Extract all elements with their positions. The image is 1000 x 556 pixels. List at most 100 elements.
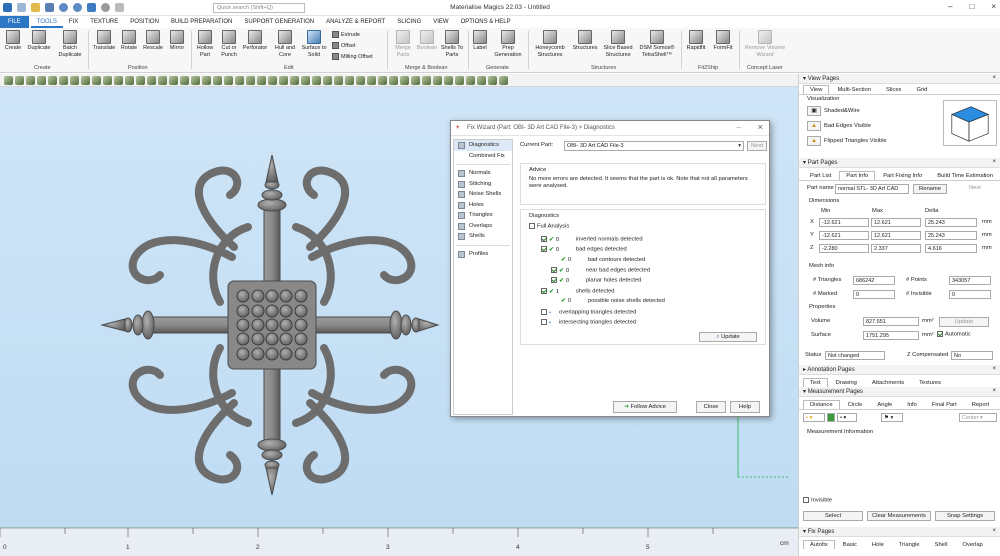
boolean-button[interactable]: Boolean [415,30,439,52]
view-tool-icon[interactable] [202,76,211,85]
part-pages-header[interactable]: ▾ Part Pages × [799,158,1000,168]
view-tool-icon[interactable] [70,76,79,85]
tab-shell[interactable]: Shell [928,540,955,549]
sidebar-item-stitching[interactable]: Stitching [454,179,512,190]
view-tool-icon[interactable] [246,76,255,85]
view-tool-icon[interactable] [191,76,200,85]
tab-attachments[interactable]: Attachments [865,378,911,387]
sidebar-item-combined-fix[interactable]: Combined Fix [454,151,512,162]
view-tool-icon[interactable] [499,76,508,85]
full-analysis-checkbox[interactable]: Full Analysis [529,223,569,230]
view-tool-icon[interactable] [455,76,464,85]
diag-inverted-normals[interactable]: ✔ 0 inverted normals detected [541,236,643,243]
sidebar-item-overlaps[interactable]: Overlaps [454,221,512,232]
view-tool-icon[interactable] [389,76,398,85]
view-tool-icon[interactable] [466,76,475,85]
view-tool-icon[interactable] [103,76,112,85]
tab-multi-section[interactable]: Multi-Section [830,85,878,94]
tab-triangle[interactable]: Triangle [892,540,927,549]
diag-bad-edges[interactable]: ✔ 0 bad edges detected [541,246,627,253]
volume-update-button[interactable]: Update [939,317,989,327]
invisible-checkbox[interactable]: Invisible [803,497,832,504]
formfit-button[interactable]: FormFit [710,30,736,52]
bad-edges-option[interactable]: ▲ Bad Edges Visible [807,121,871,131]
menu-build-preparation[interactable]: BUILD PREPARATION [165,16,238,28]
view-tool-icon[interactable] [235,76,244,85]
tab-overlap[interactable]: Overlap [955,540,989,549]
view-tool-icon[interactable] [81,76,90,85]
view-tool-icon[interactable] [312,76,321,85]
view-tool-icon[interactable] [334,76,343,85]
dialog-close-icon[interactable]: × [758,122,763,132]
menu-options-help[interactable]: OPTIONS & HELP [455,16,517,28]
close-button[interactable]: Close [696,401,726,413]
view-tool-icon[interactable] [213,76,222,85]
menu-support-generation[interactable]: SUPPORT GENERATION [238,16,320,28]
view-tool-icon[interactable] [114,76,123,85]
view-tool-icon[interactable] [92,76,101,85]
update-button[interactable]: ⌕ Update [699,332,757,342]
tetrashell-button[interactable]: DSM Somos® TetraShell™ [636,30,678,58]
view-tool-icon[interactable] [224,76,233,85]
annotation-pages-header[interactable]: ▸ Annotation Pages × [799,365,1000,375]
sidebar-item-diagnostics[interactable]: Diagnostics [454,140,512,151]
close-icon[interactable]: × [991,2,996,11]
shaded-wire-option[interactable]: ▣ Shaded&Wire [807,106,860,116]
close-icon[interactable]: × [992,159,996,165]
color-swatch[interactable] [827,413,835,422]
snap-settings-button[interactable]: Snap Settings [935,511,995,521]
sidebar-item-triangles[interactable]: Triangles [454,210,512,221]
hull-core-button[interactable]: Hull and Core [271,30,299,58]
flipped-triangles-option[interactable]: ▲ Flipped Triangles Visible [807,136,887,146]
mode-select[interactable]: • ▾ [837,413,857,422]
menu-fix[interactable]: FIX [63,16,84,28]
select-button[interactable]: Select [803,511,863,521]
menu-slicing[interactable]: SLICING [391,16,427,28]
dialog-minimize-icon[interactable]: – [737,123,741,132]
diag-near-bad-edges[interactable]: ✔ 0 near bad edges detected [551,267,650,274]
view-tool-icon[interactable] [169,76,178,85]
structures-button[interactable]: Structures [570,30,600,52]
cut-punch-button[interactable]: Cut or Punch [217,30,241,58]
sidebar-item-holes[interactable]: Holes [454,200,512,211]
tab-view[interactable]: View [803,85,830,94]
view-tool-icon[interactable] [48,76,57,85]
close-icon[interactable]: × [992,388,996,394]
rescale-button[interactable]: Rescale [141,30,165,52]
tab-drawing[interactable]: Drawing [829,378,864,387]
maximize-icon[interactable]: □ [969,2,974,11]
diag-shells[interactable]: ✔ 1 shells detected [541,288,615,295]
view-tool-icon[interactable] [147,76,156,85]
translate-button[interactable]: Translate [90,30,118,52]
slice-based-structures-button[interactable]: Slice Based Structures [601,30,635,58]
hollow-part-button[interactable]: Hollow Part [193,30,217,58]
tab-part-list[interactable]: Part List [803,171,838,180]
fix-pages-header[interactable]: ▾ Fix Pages × [799,527,1000,537]
view-tool-icon[interactable] [367,76,376,85]
diag-overlapping-triangles[interactable]: • overlapping triangles detected [541,309,636,316]
view-tool-icon[interactable] [26,76,35,85]
tab-angle[interactable]: Angle [870,400,899,409]
view-tool-icon[interactable] [411,76,420,85]
tab-hole[interactable]: Hole [865,540,891,549]
center-select[interactable]: Center ▾ [959,413,997,422]
duplicate-button[interactable]: Duplicate [25,30,53,52]
close-icon[interactable]: × [992,366,996,372]
rename-button[interactable]: Rename [913,184,947,194]
remove-volume-wizard-button[interactable]: Remove Volume Wizard [741,30,789,58]
close-icon[interactable]: × [992,75,996,81]
automatic-checkbox[interactable]: Automatic [937,331,971,338]
merge-parts-button[interactable]: Merge Parts [390,30,416,58]
extrude-button[interactable]: Extrude [332,31,360,38]
rotate-button[interactable]: Rotate [118,30,140,52]
minimize-icon[interactable]: – [948,2,952,11]
view-tool-icon[interactable] [59,76,68,85]
view-tool-icon[interactable] [257,76,266,85]
rapidfit-button[interactable]: Rapidfit [683,30,709,52]
menu-analyze-report[interactable]: ANALYZE & REPORT [320,16,391,28]
surface-to-solid-button[interactable]: Surface to Solid [300,30,328,58]
measurement-pages-header[interactable]: ▾ Measurement Pages × [799,387,1000,397]
tab-build-time[interactable]: Build Time Estimation [930,171,1000,180]
tab-textures[interactable]: Textures [912,378,948,387]
follow-advice-button[interactable]: ➜ Follow Advice [613,401,677,413]
